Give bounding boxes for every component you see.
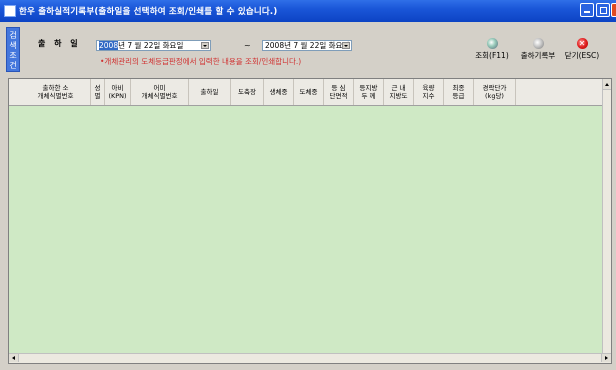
scroll-right-button[interactable] — [601, 354, 611, 362]
search-button[interactable]: 조회(F11) — [470, 38, 514, 61]
column-header[interactable]: 어미 개체식별번호 — [131, 79, 189, 105]
maximize-button[interactable] — [596, 3, 610, 17]
date-from-picker[interactable]: 2008년 7 월 22일 화요일 — [96, 40, 211, 51]
scroll-left-button[interactable] — [9, 354, 19, 362]
title-bar: 한우 출하실적기록부(출하일을 선택하여 조회/인쇄를 할 수 있습니다.) — [0, 0, 616, 22]
shipment-record-label: 출하기록부 — [520, 51, 556, 60]
date-to-picker[interactable]: 2008년 7 월 22일 화요일 — [262, 40, 352, 51]
records-table[interactable]: 출하한 소 개체식별번호 성 별 아비 (KPN) 어미 개체식별번호 출하일 도축장 생체… — [8, 78, 612, 364]
app-icon — [4, 5, 16, 17]
search-conditions-tab: 검색조건 — [6, 27, 20, 72]
info-note: •개체관리의 도체등급판정에서 입력한 내용을 조회/인쇄합니다.) — [100, 57, 302, 66]
date-range-separator: ~ — [244, 41, 251, 50]
horizontal-scrollbar[interactable] — [9, 353, 611, 363]
column-header[interactable]: 도축장 — [231, 79, 264, 105]
minimize-button[interactable] — [580, 3, 594, 17]
window-title: 한우 출하실적기록부(출하일을 선택하여 조회/인쇄를 할 수 있습니다.) — [19, 7, 278, 17]
search-icon — [486, 38, 498, 49]
column-header[interactable]: 아비 (KPN) — [105, 79, 131, 105]
column-header[interactable]: 성 별 — [91, 79, 105, 105]
column-header[interactable]: 육량 지수 — [414, 79, 444, 105]
ship-date-label: 출 하 일 — [38, 39, 81, 48]
minimize-icon — [584, 11, 590, 13]
table-header: 출하한 소 개체식별번호 성 별 아비 (KPN) 어미 개체식별번호 출하일 도축장 생체… — [9, 79, 605, 106]
maximize-icon — [600, 7, 607, 14]
chevron-down-icon[interactable] — [342, 42, 350, 49]
close-icon: ✕ — [576, 38, 588, 49]
close-button-label: 닫기(ESC) — [564, 51, 600, 60]
column-header[interactable]: 출하한 소 개체식별번호 — [21, 79, 91, 105]
shipment-record-button[interactable]: 출하기록부 — [516, 38, 560, 61]
column-header[interactable]: 생체중 — [264, 79, 294, 105]
column-header[interactable]: 경락단가 (kg당) — [474, 79, 516, 105]
scroll-up-button[interactable] — [603, 79, 611, 90]
search-conditions-label: 검색조건 — [9, 31, 17, 70]
column-header[interactable]: 근 내 지방도 — [384, 79, 414, 105]
close-window-button[interactable] — [611, 3, 616, 17]
column-header[interactable]: 출하일 — [189, 79, 231, 105]
document-icon — [532, 38, 544, 49]
column-header[interactable]: 최종 등급 — [444, 79, 474, 105]
chevron-down-icon[interactable] — [201, 42, 209, 49]
close-button[interactable]: ✕ 닫기(ESC) — [560, 38, 604, 61]
column-header[interactable]: 도체중 — [294, 79, 324, 105]
column-header[interactable]: 등 심 단면적 — [324, 79, 354, 105]
date-from-year: 2008 — [99, 41, 119, 50]
search-button-label: 조회(F11) — [475, 51, 509, 60]
date-from-rest: 년 7 월 22일 화요일 — [118, 41, 184, 50]
column-header[interactable]: 등지방 두 께 — [354, 79, 384, 105]
vertical-scrollbar[interactable] — [602, 79, 611, 355]
date-to-value: 2008년 7 월 22일 화요일 — [265, 41, 350, 50]
